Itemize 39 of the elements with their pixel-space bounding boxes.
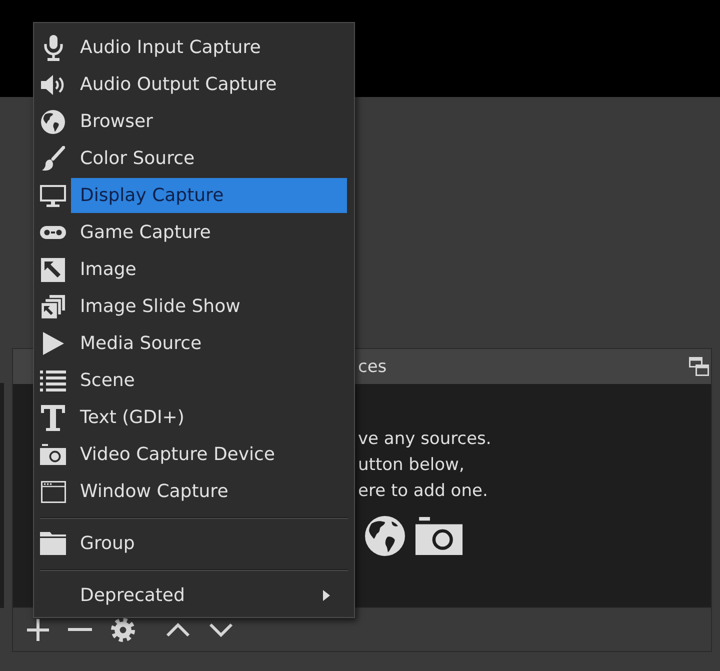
text-icon	[41, 404, 65, 430]
camera-icon	[40, 444, 66, 465]
menu-item[interactable]: Browser	[71, 104, 347, 139]
stacked-images-icon	[40, 294, 66, 319]
menu-item[interactable]: Image	[71, 252, 347, 287]
menu-item[interactable]: Image Slide Show	[71, 289, 347, 324]
panel-title: ces	[358, 356, 388, 376]
paintbrush-icon	[42, 146, 64, 171]
chevron-up-icon[interactable]	[166, 622, 190, 636]
globe-icon	[365, 516, 405, 556]
menu-item[interactable]: Window Capture	[71, 474, 347, 509]
monitor-icon	[40, 184, 66, 206]
chevron-down-icon[interactable]	[209, 622, 233, 636]
menu-item[interactable]: Media Source	[71, 326, 347, 361]
globe-icon	[41, 110, 65, 134]
plus-icon[interactable]	[27, 618, 49, 640]
menu-item[interactable]: Color Source	[71, 141, 347, 176]
menu-item[interactable]: Display Capture	[71, 178, 347, 213]
window-icon	[40, 480, 66, 502]
menu-item[interactable]: Scene	[71, 363, 347, 398]
menu-item[interactable]: Deprecated	[71, 578, 347, 613]
gamepad-icon	[40, 226, 66, 239]
menu-item[interactable]: Audio Output Capture	[71, 67, 347, 102]
camera-icon	[415, 517, 463, 555]
play-icon	[42, 332, 64, 355]
microphone-icon	[44, 34, 62, 60]
menu-item[interactable]: Audio Input Capture	[71, 30, 347, 65]
menu-item[interactable]: Text (GDI+)	[71, 400, 347, 435]
speaker-icon	[40, 74, 66, 94]
menu-item[interactable]: Video Capture Device	[71, 437, 347, 472]
settings-icon[interactable]	[111, 618, 135, 642]
empty-message: ve any sources. utton below, ere to add one.	[358, 428, 492, 503]
list-icon	[40, 370, 66, 392]
menu-item[interactable]: Group	[71, 526, 347, 561]
menu-item[interactable]: Game Capture	[71, 215, 347, 250]
undock-icon[interactable]	[689, 357, 709, 376]
image-icon	[41, 258, 65, 282]
submenu-arrow-icon	[323, 590, 330, 601]
folder-icon	[40, 532, 66, 555]
